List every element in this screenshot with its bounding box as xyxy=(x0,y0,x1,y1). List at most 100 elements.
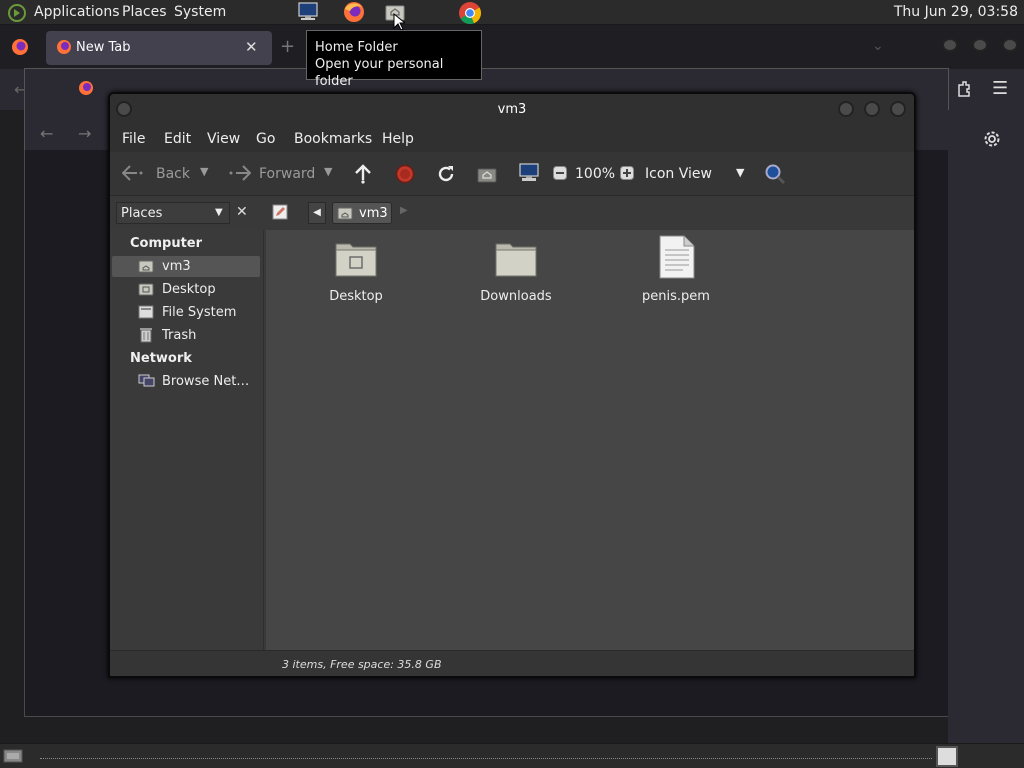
window-title: vm3 xyxy=(497,102,527,117)
clock[interactable]: Thu Jun 29, 03:58 xyxy=(894,4,1018,20)
settings-gear-icon[interactable] xyxy=(983,130,1001,148)
zoom-out-icon[interactable] xyxy=(553,166,567,180)
back-button[interactable] xyxy=(122,165,146,181)
toolbar: Back ▼ Forward ▼ 100% Icon View ▼ xyxy=(110,152,914,196)
sidebar-type-label: Places xyxy=(121,206,163,221)
sidebar-item-label: Trash xyxy=(162,328,197,343)
sidebar-item-vm3[interactable]: vm3 xyxy=(112,256,260,277)
menu-edit[interactable]: Edit xyxy=(164,131,191,147)
places-sidebar: Computer vm3 Desktop File System Trash N xyxy=(110,230,264,650)
home-folder-tooltip: Home Folder Open your personal folder xyxy=(306,30,482,89)
extensions-icon[interactable] xyxy=(956,80,972,98)
file-item-downloads[interactable]: Downloads xyxy=(456,238,576,308)
menu-file[interactable]: File xyxy=(122,131,145,147)
trash-icon xyxy=(139,327,153,343)
up-arrow-icon[interactable] xyxy=(354,164,372,184)
sidebar-item-trash[interactable]: Trash xyxy=(112,325,260,346)
location-bar: Places ▼ ✕ ◀ vm3 ▶ xyxy=(110,196,914,230)
sidebar-item-label: vm3 xyxy=(162,259,191,274)
file-item-desktop[interactable]: Desktop xyxy=(296,238,416,308)
close-button[interactable] xyxy=(1002,38,1018,52)
workspace-switcher[interactable] xyxy=(936,746,958,767)
zoom-in-icon[interactable] xyxy=(620,166,634,180)
home-folder-small-icon xyxy=(337,206,353,220)
computer-launcher-icon[interactable] xyxy=(297,2,319,22)
sidebar-heading-computer: Computer xyxy=(130,236,203,251)
sidebar-item-browse-network[interactable]: Browse Net… xyxy=(112,371,260,392)
maximize-button[interactable] xyxy=(972,38,988,52)
menu-help[interactable]: Help xyxy=(382,131,414,147)
desktop-folder-icon xyxy=(334,238,378,278)
ghost-forward-icon[interactable]: → xyxy=(78,124,91,143)
menu-view[interactable]: View xyxy=(207,131,240,147)
minimize-button[interactable] xyxy=(942,38,958,52)
hamburger-menu-icon[interactable]: ☰ xyxy=(992,78,1008,99)
window-list[interactable] xyxy=(40,758,932,760)
search-icon[interactable] xyxy=(764,163,786,185)
chrome-launcher-icon[interactable] xyxy=(458,1,482,25)
back-history-dropdown[interactable]: ▼ xyxy=(200,165,208,178)
sidebar-item-label: Browse Net… xyxy=(162,374,250,389)
firefox-launcher-icon[interactable] xyxy=(342,1,366,23)
sidebar-item-desktop[interactable]: Desktop xyxy=(112,279,260,300)
breadcrumb-vm3[interactable]: vm3 xyxy=(332,202,392,224)
status-bar: 3 items, Free space: 35.8 GB xyxy=(110,650,914,676)
system-menu[interactable]: System xyxy=(174,4,226,20)
forward-history-dropdown[interactable]: ▼ xyxy=(324,165,332,178)
mouse-cursor-icon xyxy=(393,13,405,31)
file-name: Downloads xyxy=(480,289,552,304)
breadcrumb-right-arrow[interactable]: ▶ xyxy=(400,205,408,216)
top-panel: Applications Places System Thu Jun 29, 0… xyxy=(0,0,1024,31)
window-minimize-button[interactable] xyxy=(838,101,854,117)
browser-sidebar-strip xyxy=(948,110,1024,743)
view-mode-dropdown-icon[interactable]: ▼ xyxy=(736,166,744,179)
file-name: Desktop xyxy=(329,289,383,304)
ghost-back-icon[interactable]: ← xyxy=(40,124,53,143)
window-menu-button[interactable] xyxy=(116,101,132,117)
forward-button[interactable] xyxy=(227,165,251,181)
view-mode-select[interactable]: Icon View xyxy=(645,166,712,182)
close-tab-icon[interactable]: ✕ xyxy=(245,38,258,56)
window-maximize-button[interactable] xyxy=(864,101,880,117)
tooltip-subtitle: Open your personal folder xyxy=(315,57,444,89)
menu-go[interactable]: Go xyxy=(256,131,275,147)
close-sidebar-icon[interactable]: ✕ xyxy=(236,204,248,220)
sidebar-item-file-system[interactable]: File System xyxy=(112,302,260,323)
file-name: penis.pem xyxy=(642,289,710,304)
tab-title: New Tab xyxy=(76,40,131,55)
breadcrumb-label: vm3 xyxy=(359,206,388,221)
firefox-tab-icon xyxy=(56,39,72,55)
places-menu[interactable]: Places xyxy=(122,4,167,20)
sidebar-item-label: File System xyxy=(162,305,237,320)
firefox-icon[interactable] xyxy=(11,38,29,56)
sidebar-type-select[interactable]: Places ▼ xyxy=(116,202,230,224)
home-icon[interactable] xyxy=(477,164,497,184)
desktop-folder-icon xyxy=(138,282,154,296)
sidebar-item-label: Desktop xyxy=(162,282,216,297)
forward-label[interactable]: Forward xyxy=(259,166,315,182)
browser-tab-new-tab[interactable]: New Tab ✕ xyxy=(46,31,272,65)
network-icon xyxy=(138,374,156,388)
file-item-penis-pem[interactable]: penis.pem xyxy=(616,235,736,308)
file-view: Desktop Downloads penis.pem xyxy=(266,230,914,650)
file-system-icon xyxy=(138,305,154,319)
reload-icon[interactable] xyxy=(436,164,456,184)
computer-icon[interactable] xyxy=(518,163,540,183)
breadcrumb-left-arrow[interactable]: ◀ xyxy=(308,202,326,224)
home-folder-icon xyxy=(138,259,154,273)
chevron-down-icon[interactable]: ⌄ xyxy=(872,38,884,54)
new-tab-button[interactable]: + xyxy=(280,36,295,57)
text-file-icon xyxy=(658,234,696,280)
bottom-panel xyxy=(0,743,1024,768)
distro-logo-icon[interactable] xyxy=(8,4,26,22)
window-titlebar[interactable]: vm3 xyxy=(110,94,914,126)
window-close-button[interactable] xyxy=(890,101,906,117)
menu-bookmarks[interactable]: Bookmarks xyxy=(294,131,372,147)
show-desktop-icon[interactable] xyxy=(3,748,23,764)
sidebar-heading-network: Network xyxy=(130,351,192,366)
back-label[interactable]: Back xyxy=(156,166,190,182)
zoom-level: 100% xyxy=(575,166,616,182)
applications-menu[interactable]: Applications xyxy=(34,4,120,20)
toggle-location-entry-icon[interactable] xyxy=(272,204,288,220)
stop-icon[interactable] xyxy=(395,164,415,184)
